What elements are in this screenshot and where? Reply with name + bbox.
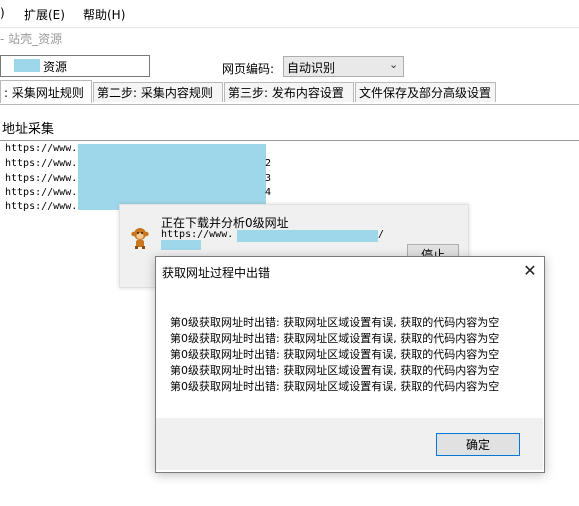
redacted-block bbox=[14, 59, 40, 72]
encoding-label: 网页编码: bbox=[222, 62, 275, 76]
url-line: https://www. bbox=[5, 187, 78, 198]
tab-publish-settings[interactable]: 第三步: 发布内容设置 bbox=[224, 82, 354, 102]
error-message: 第0级获取网址时出错: 获取网址区域设置有误, 获取的代码内容为空 bbox=[170, 348, 500, 361]
url-line: https://www. bbox=[5, 201, 78, 212]
error-message: 第0级获取网址时出错: 获取网址区域设置有误, 获取的代码内容为空 bbox=[170, 364, 500, 377]
task-name-value: 资源 bbox=[43, 60, 68, 74]
tab-url-rules[interactable]: : 采集网址规则 bbox=[0, 80, 92, 103]
menu-partial[interactable]: ) bbox=[0, 6, 5, 20]
progress-url-tail: / bbox=[378, 229, 385, 240]
close-icon[interactable]: ✕ bbox=[519, 260, 541, 282]
ok-button[interactable]: 确定 bbox=[436, 433, 520, 456]
url-line: https://www. bbox=[5, 158, 78, 169]
section-title: 地址采集 bbox=[2, 122, 55, 137]
url-tail: 4 bbox=[265, 187, 272, 198]
title-row bbox=[0, 27, 579, 49]
url-tail: 3 bbox=[265, 173, 272, 184]
redacted-block bbox=[78, 144, 266, 210]
redacted-block bbox=[237, 230, 378, 242]
tab-content-rules[interactable]: 第二步: 采集内容规则 bbox=[93, 82, 223, 102]
error-message: 第0级获取网址时出错: 获取网址区域设置有误, 获取的代码内容为空 bbox=[170, 316, 500, 329]
menu-help[interactable]: 帮助(H) bbox=[83, 6, 125, 23]
redacted-block bbox=[161, 240, 201, 250]
menu-expand[interactable]: 扩展(E) bbox=[24, 6, 65, 23]
monkey-icon bbox=[131, 228, 149, 249]
error-message: 第0级获取网址时出错: 获取网址区域设置有误, 获取的代码内容为空 bbox=[170, 332, 500, 345]
error-message: 第0级获取网址时出错: 获取网址区域设置有误, 获取的代码内容为空 bbox=[170, 380, 500, 393]
encoding-value: 自动识别 bbox=[287, 61, 336, 75]
window-title: - 站壳_资源 bbox=[0, 32, 63, 46]
progress-url: https://www. bbox=[161, 229, 234, 240]
tab-file-save-settings[interactable]: 文件保存及部分高级设置 bbox=[355, 82, 496, 102]
url-line: https://www. bbox=[5, 143, 78, 154]
url-line: https://www. bbox=[5, 173, 78, 184]
url-tail: 2 bbox=[265, 158, 272, 169]
chevron-down-icon[interactable]: ⌄ bbox=[389, 58, 398, 71]
dialog-title: 获取网址过程中出错 bbox=[162, 266, 271, 280]
